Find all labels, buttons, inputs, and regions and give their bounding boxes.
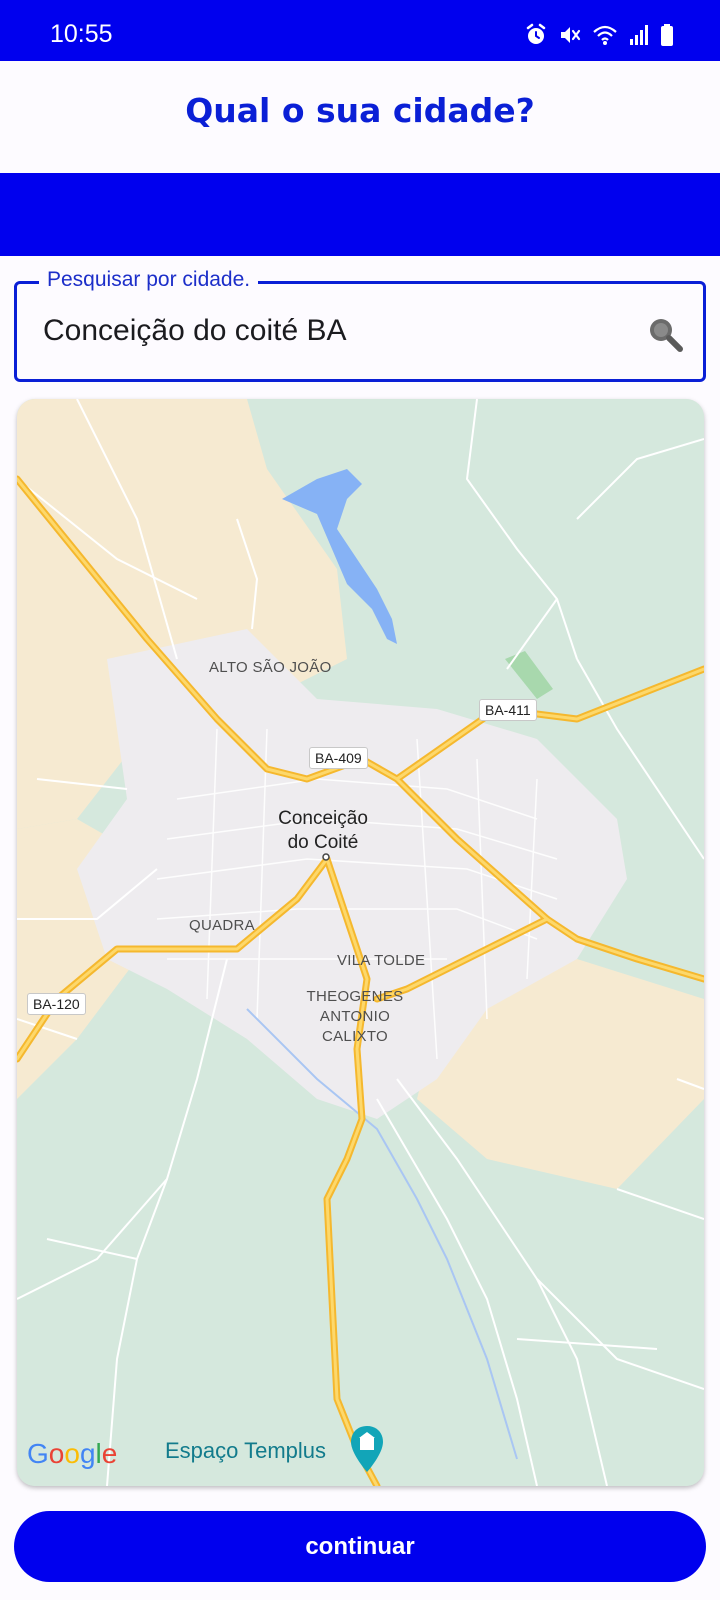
map-neighborhood-label: VILA TOLDE [337, 952, 426, 969]
map-view[interactable]: ALTO SÃO JOÃO QUADRA VILA TOLDE THEOGENE… [17, 399, 704, 1486]
road-shield: BA-120 [27, 993, 86, 1015]
header: Qual o sua cidade? [0, 61, 720, 173]
page-title: Qual o sua cidade? [185, 91, 535, 130]
map-neighborhood-label: ALTO SÃO JOÃO [209, 659, 332, 676]
status-time: 10:55 [50, 20, 113, 48]
google-logo: Google [27, 1438, 118, 1469]
search-input[interactable]: Conceição do coité BA [43, 314, 347, 348]
search-icon[interactable] [645, 314, 685, 354]
map-neighborhood-label: THEOGENES ANTONIO CALIXTO [306, 988, 404, 1045]
map-pin-icon[interactable] [349, 1424, 385, 1474]
map-city-label: Conceição do Coité [278, 808, 368, 853]
map-neighborhood-label: QUADRA [189, 917, 255, 934]
search-field[interactable]: Pesquisar por cidade. Conceição do coité… [14, 268, 706, 382]
status-icons [524, 20, 674, 50]
mute-icon [561, 27, 581, 43]
search-label: Pesquisar por cidade. [39, 268, 259, 292]
alarm-icon [526, 23, 546, 44]
road-shield: BA-409 [309, 747, 368, 769]
header-banner [0, 173, 720, 256]
status-bar: 10:55 [0, 0, 720, 61]
wifi-icon [593, 25, 617, 45]
road-shield: BA-411 [479, 699, 537, 721]
map-canvas[interactable] [17, 399, 704, 1486]
battery-icon [661, 24, 673, 46]
continue-button[interactable]: continuar [14, 1511, 706, 1582]
poi-label[interactable]: Espaço Templus [165, 1438, 326, 1464]
signal-icon [630, 25, 648, 45]
